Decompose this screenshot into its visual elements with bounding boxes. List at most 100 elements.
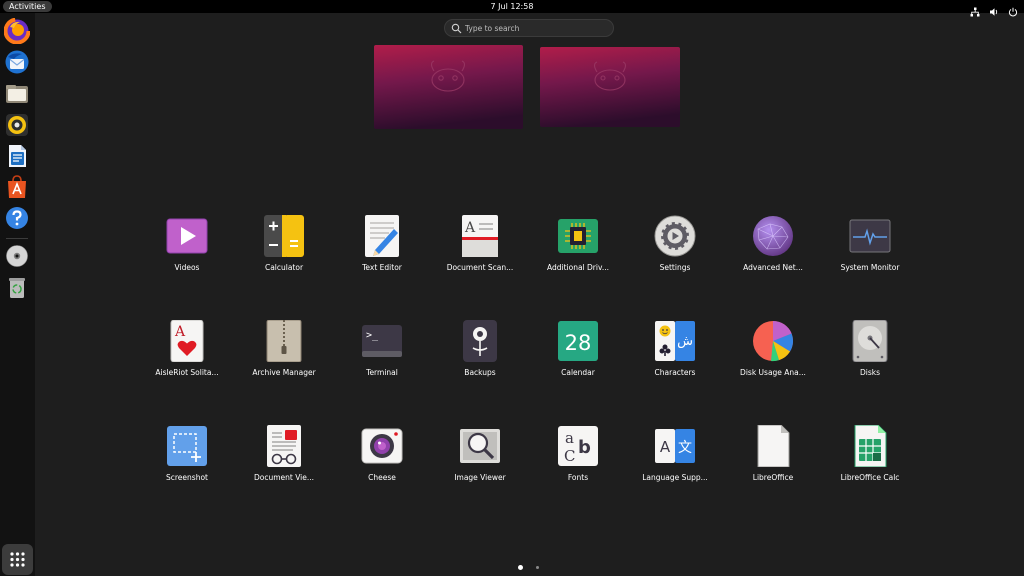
app-text-editor[interactable]: Text Editor <box>339 215 425 287</box>
search-icon <box>451 23 462 34</box>
app-label: Cheese <box>368 473 396 482</box>
dock-separator <box>6 238 28 239</box>
trash-icon[interactable] <box>4 275 30 301</box>
app-settings[interactable]: Settings <box>632 215 718 287</box>
ubuntu-software-icon[interactable] <box>4 174 30 200</box>
app-label: Calculator <box>264 263 304 272</box>
app-label: Document Vie... <box>253 473 315 482</box>
settings-icon <box>654 215 696 257</box>
app-label: Disk Usage Ana... <box>740 368 806 377</box>
app-label: Disks <box>859 368 881 377</box>
terminal-icon: >_ <box>361 320 403 362</box>
svg-text:文: 文 <box>678 440 692 456</box>
firefox-icon[interactable] <box>4 18 30 44</box>
app-label: Terminal <box>366 368 398 377</box>
svg-text:A: A <box>174 324 186 340</box>
app-document-scanner[interactable]: A Document Scan... <box>437 215 523 287</box>
disc-icon[interactable] <box>4 243 30 269</box>
search-bar[interactable] <box>444 19 614 37</box>
grid-icon <box>10 552 25 567</box>
svg-text:>_: >_ <box>366 330 379 341</box>
app-advanced-network[interactable]: Advanced Net... <box>730 215 816 287</box>
document-scanner-icon: A <box>459 215 501 257</box>
app-label: Additional Driv... <box>547 263 609 272</box>
workspace-thumbnail-2[interactable] <box>540 47 680 127</box>
calendar-icon: 28 <box>557 320 599 362</box>
svg-text:A: A <box>464 220 476 236</box>
app-additional-drivers[interactable]: Additional Driv... <box>535 215 621 287</box>
libreoffice-calc-icon <box>849 425 891 467</box>
characters-icon: ش <box>654 320 696 362</box>
app-calculator[interactable]: Calculator <box>241 215 327 287</box>
system-monitor-icon <box>849 215 891 257</box>
app-label: Settings <box>659 263 691 272</box>
videos-icon <box>166 215 208 257</box>
app-label: Backups <box>464 368 496 377</box>
svg-text:C: C <box>564 447 575 465</box>
libreoffice-icon <box>752 425 794 467</box>
backups-icon <box>459 320 501 362</box>
app-archive-manager[interactable]: Archive Manager <box>241 320 327 392</box>
advanced-network-icon <box>752 215 794 257</box>
app-language-support[interactable]: A文 Language Supp... <box>632 425 718 497</box>
power-icon[interactable] <box>1008 2 1018 16</box>
app-disk-usage-analyzer[interactable]: Disk Usage Ana... <box>730 320 816 392</box>
screenshot-icon <box>166 425 208 467</box>
app-label: LibreOffice <box>752 473 794 482</box>
top-bar: Activities 7 Jul 12:58 <box>0 0 1024 16</box>
app-label: Fonts <box>567 473 589 482</box>
cheese-icon <box>361 425 403 467</box>
app-terminal[interactable]: >_ Terminal <box>339 320 425 392</box>
thunderbird-icon[interactable] <box>4 49 30 75</box>
solitaire-icon: A <box>166 320 208 362</box>
page-indicator-1[interactable] <box>518 565 523 570</box>
svg-text:ش: ش <box>677 334 693 349</box>
app-label: Advanced Net... <box>743 263 803 272</box>
app-videos[interactable]: Videos <box>144 215 230 287</box>
system-tray[interactable] <box>970 1 1018 16</box>
app-characters[interactable]: ش Characters <box>632 320 718 392</box>
network-icon[interactable] <box>970 2 980 16</box>
app-label: Archive Manager <box>252 368 316 377</box>
volume-icon[interactable] <box>989 2 999 16</box>
files-icon[interactable] <box>4 81 30 107</box>
help-icon[interactable] <box>4 205 30 231</box>
app-image-viewer[interactable]: Image Viewer <box>437 425 523 497</box>
workspace-thumbnail-1[interactable] <box>374 45 523 129</box>
fonts-icon: aCb <box>557 425 599 467</box>
svg-text:A: A <box>660 438 671 456</box>
app-screenshot[interactable]: Screenshot <box>144 425 230 497</box>
show-applications-button[interactable] <box>2 544 33 575</box>
page-indicator-2[interactable] <box>536 566 539 569</box>
archive-manager-icon <box>263 320 305 362</box>
disk-usage-analyzer-icon <box>752 320 794 362</box>
disks-icon <box>849 320 891 362</box>
app-cheese[interactable]: Cheese <box>339 425 425 497</box>
app-aisleriot-solitaire[interactable]: A AisleRiot Solita... <box>144 320 230 392</box>
svg-text:b: b <box>578 437 591 458</box>
app-label: AisleRiot Solita... <box>155 368 219 377</box>
rhythmbox-icon[interactable] <box>4 112 30 138</box>
app-document-viewer[interactable]: Document Vie... <box>241 425 327 497</box>
app-label: Image Viewer <box>454 473 506 482</box>
app-fonts[interactable]: aCb Fonts <box>535 425 621 497</box>
calculator-icon <box>263 215 305 257</box>
app-disks[interactable]: Disks <box>827 320 913 392</box>
language-support-icon: A文 <box>654 425 696 467</box>
app-libreoffice-calc[interactable]: LibreOffice Calc <box>827 425 913 497</box>
clock[interactable]: 7 Jul 12:58 <box>0 1 1024 12</box>
image-viewer-icon <box>459 425 501 467</box>
app-backups[interactable]: Backups <box>437 320 523 392</box>
app-label: LibreOffice Calc <box>840 473 900 482</box>
dock <box>0 13 35 576</box>
libreoffice-writer-icon[interactable] <box>4 143 30 169</box>
app-libreoffice[interactable]: LibreOffice <box>730 425 816 497</box>
app-label: Text Editor <box>362 263 402 272</box>
additional-drivers-icon <box>557 215 599 257</box>
search-input[interactable] <box>465 20 605 36</box>
app-system-monitor[interactable]: System Monitor <box>827 215 913 287</box>
app-calendar[interactable]: 28 Calendar <box>535 320 621 392</box>
app-label: Document Scan... <box>446 263 514 272</box>
app-label: Screenshot <box>166 473 208 482</box>
app-label: System Monitor <box>840 263 900 272</box>
